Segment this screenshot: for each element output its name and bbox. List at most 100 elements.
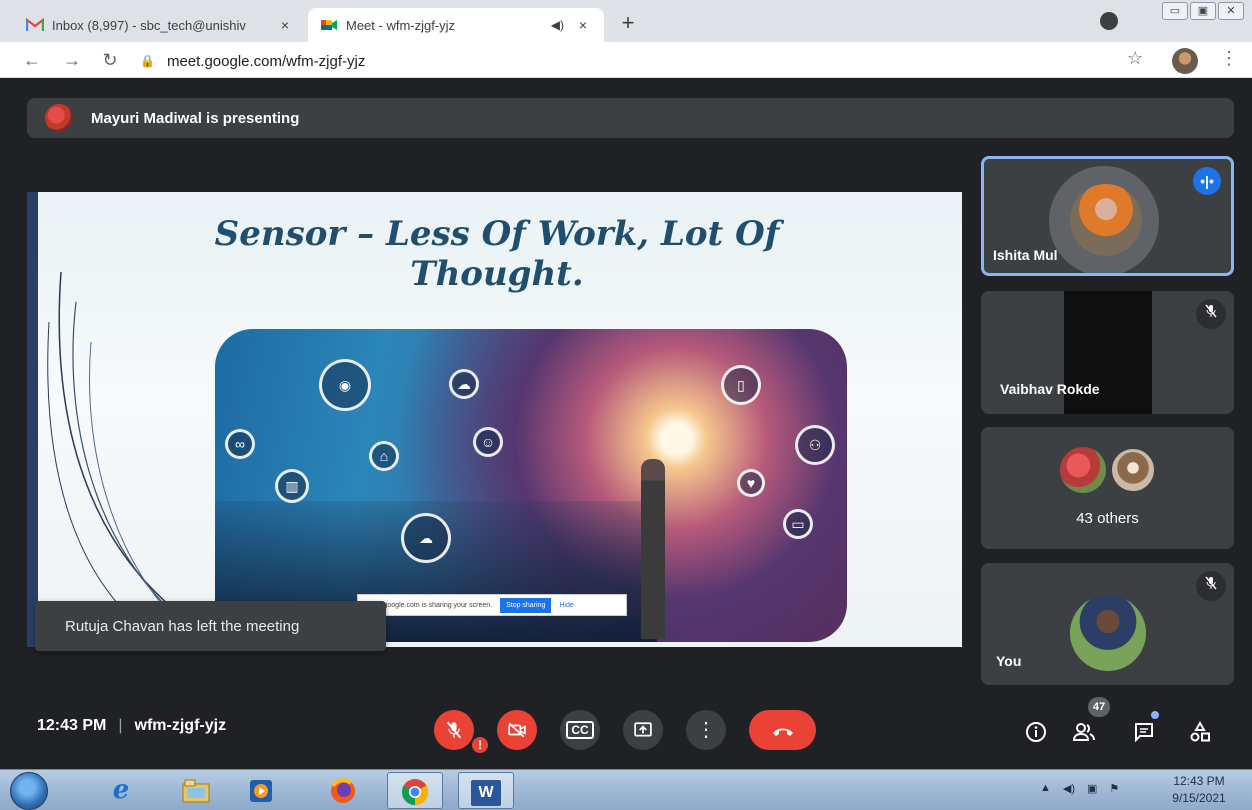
more-options-button[interactable]: ⋮ bbox=[686, 710, 726, 750]
avatar bbox=[1060, 447, 1106, 493]
separator: | bbox=[118, 717, 123, 734]
media-player-icon[interactable] bbox=[233, 772, 289, 809]
tab-gmail-inbox[interactable]: Inbox (8,997) - sbc_tech@unishiv × bbox=[14, 8, 306, 42]
more-options-icon: ⋮ bbox=[696, 719, 716, 741]
screen-share-notice: meet.google.com is sharing your screen. … bbox=[357, 594, 627, 616]
maximize-button[interactable]: ▣ bbox=[1190, 2, 1216, 20]
network-icon[interactable]: ▣ bbox=[1087, 782, 1097, 795]
close-tab-icon[interactable]: × bbox=[276, 17, 294, 33]
participant-name: Vaibhav Rokde bbox=[1000, 381, 1100, 397]
chat-button[interactable] bbox=[1128, 715, 1160, 747]
activities-icon bbox=[1190, 720, 1210, 742]
captions-button[interactable]: CC bbox=[560, 710, 600, 750]
people-icon bbox=[1072, 722, 1095, 741]
start-button[interactable] bbox=[10, 772, 48, 810]
wifi-icon: ◉ bbox=[319, 359, 371, 411]
chat-icon bbox=[1135, 722, 1153, 743]
home-icon: ⌂ bbox=[369, 441, 399, 471]
chrome-icon[interactable] bbox=[387, 772, 443, 809]
tab-title: Meet - wfm-zjgf-yjz bbox=[346, 17, 456, 33]
presenter-figure bbox=[641, 459, 665, 639]
participant-tile-you[interactable]: You bbox=[981, 563, 1234, 685]
show-hidden-icons-icon[interactable]: ▲ bbox=[1040, 782, 1051, 795]
participant-tile-ishita[interactable]: •|• Ishita Mul bbox=[981, 156, 1234, 276]
building-icon: ▥ bbox=[275, 469, 309, 503]
participant-tile-others[interactable]: 43 others bbox=[981, 427, 1234, 549]
new-tab-button[interactable]: + bbox=[614, 10, 642, 36]
clock-time: 12:43 PM bbox=[1173, 774, 1225, 788]
stop-sharing-button[interactable]: Stop sharing bbox=[500, 597, 552, 613]
hide-button[interactable]: Hide bbox=[559, 602, 573, 609]
laptop-icon: ▭ bbox=[783, 509, 813, 539]
firefox-icon[interactable] bbox=[315, 772, 371, 809]
url-text: meet.google.com/wfm-zjgf-yjz bbox=[166, 52, 366, 70]
info-icon bbox=[1026, 721, 1046, 742]
reload-icon[interactable]: ↻ bbox=[98, 48, 122, 72]
camera-off-icon bbox=[508, 722, 526, 738]
tab-title: Inbox (8,997) - sbc_tech@unishiv bbox=[52, 17, 246, 33]
people-count-badge: 47 bbox=[1088, 697, 1110, 717]
lock-icon[interactable]: 🔒 bbox=[140, 54, 155, 68]
presenting-text: Mayuri Madiwal is presenting bbox=[91, 109, 300, 127]
meeting-details: 12:43 PM | wfm-zjgf-yjz bbox=[37, 717, 226, 735]
volume-icon[interactable]: ◀) bbox=[1063, 782, 1075, 795]
slide-title: Sensor – Less Of Work, Lot Of Thought. bbox=[214, 214, 780, 294]
back-icon[interactable]: ← bbox=[20, 48, 44, 72]
present-now-button[interactable] bbox=[623, 710, 663, 750]
audio-playing-icon[interactable]: ◀) bbox=[551, 18, 564, 32]
mic-muted-icon bbox=[1196, 571, 1226, 601]
leave-call-button[interactable] bbox=[749, 710, 816, 750]
windows-taskbar: e W ▲ ◀) ▣ ⚑ 12:43 PM 9/15/2021 bbox=[0, 769, 1252, 810]
participant-tile-vaibhav[interactable]: Vaibhav Rokde bbox=[981, 291, 1234, 414]
address-bar[interactable]: 🔒 meet.google.com/wfm-zjgf-yjz bbox=[140, 48, 1100, 74]
cloud-icon: ☁ bbox=[449, 369, 479, 399]
participant-name: Ishita Mul bbox=[993, 247, 1058, 263]
activities-button[interactable] bbox=[1184, 715, 1216, 747]
meeting-time: 12:43 PM bbox=[37, 717, 107, 734]
others-count-label: 43 others bbox=[1076, 510, 1139, 527]
tab-search-icon[interactable] bbox=[1100, 12, 1118, 30]
mic-off-icon bbox=[446, 721, 462, 739]
camera-off-button[interactable] bbox=[497, 710, 537, 750]
close-window-button[interactable]: ✕ bbox=[1218, 2, 1244, 20]
mic-alert-icon: ! bbox=[470, 735, 490, 755]
meeting-code: wfm-zjgf-yjz bbox=[134, 717, 227, 734]
people-button[interactable] bbox=[1068, 715, 1100, 747]
taskbar-clock[interactable]: 12:43 PM 9/15/2021 bbox=[1155, 773, 1243, 807]
new-message-dot bbox=[1151, 711, 1159, 719]
presented-slide[interactable]: Sensor – Less Of Work, Lot Of Thought. ◉… bbox=[27, 192, 962, 647]
system-tray: ▲ ◀) ▣ ⚑ bbox=[1040, 782, 1119, 795]
decorative-swirl bbox=[47, 271, 222, 642]
heart-icon: ♥ bbox=[737, 469, 765, 497]
profile-avatar[interactable] bbox=[1172, 48, 1198, 74]
window-controls: ▭ ▣ ✕ bbox=[1162, 2, 1244, 20]
slide-edge-bar bbox=[27, 192, 38, 647]
avatar bbox=[1070, 184, 1142, 256]
internet-explorer-icon[interactable]: e bbox=[93, 772, 149, 809]
family-icon: ⚇ bbox=[795, 425, 835, 465]
people-sensor-icon: ☺ bbox=[473, 427, 503, 457]
tab-google-meet[interactable]: Meet - wfm-zjgf-yjz ◀) × bbox=[308, 8, 604, 42]
browser-toolbar: ← → ↻ 🔒 meet.google.com/wfm-zjgf-yjz ☆ ⋮ bbox=[0, 42, 1252, 78]
mic-off-button[interactable] bbox=[434, 710, 474, 750]
close-tab-icon[interactable]: × bbox=[574, 17, 592, 33]
file-explorer-icon[interactable] bbox=[168, 772, 224, 809]
meeting-info-button[interactable] bbox=[1020, 715, 1052, 747]
speaking-indicator-icon: •|• bbox=[1193, 167, 1221, 195]
avatar bbox=[1070, 595, 1146, 671]
captions-icon: CC bbox=[566, 721, 594, 739]
browser-menu-icon[interactable]: ⋮ bbox=[1220, 48, 1238, 69]
forward-icon[interactable]: → bbox=[60, 48, 84, 72]
link-icon: ∞ bbox=[225, 429, 255, 459]
word-icon[interactable]: W bbox=[458, 772, 514, 809]
avatar bbox=[1110, 447, 1156, 493]
hang-up-icon bbox=[772, 728, 793, 737]
action-center-flag-icon[interactable]: ⚑ bbox=[1109, 782, 1119, 795]
mic-muted-icon bbox=[1196, 299, 1226, 329]
google-meet-icon bbox=[320, 18, 338, 32]
minimize-button[interactable]: ▭ bbox=[1162, 2, 1188, 20]
present-screen-icon bbox=[634, 722, 652, 737]
phone-icon: ▯ bbox=[721, 365, 761, 405]
toast-text: Rutuja Chavan has left the meeting bbox=[65, 617, 300, 635]
bookmark-star-icon[interactable]: ☆ bbox=[1127, 48, 1143, 69]
